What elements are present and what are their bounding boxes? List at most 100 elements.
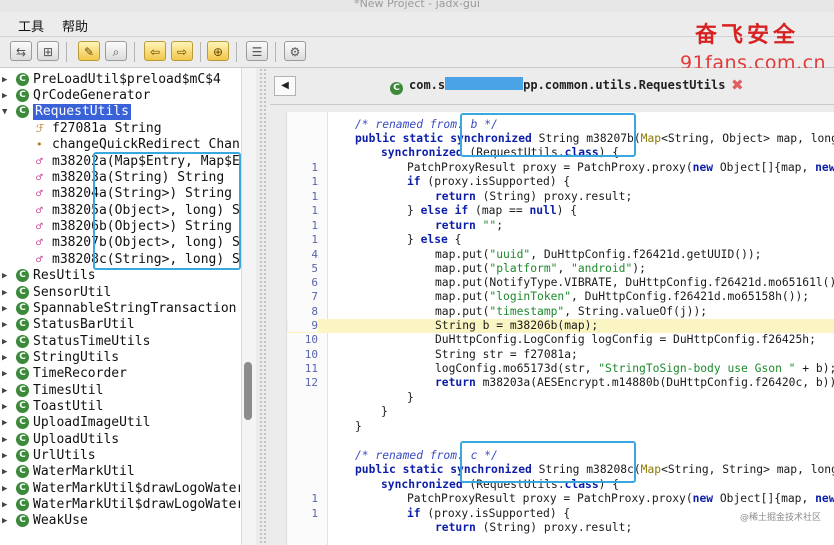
expand-icon[interactable]: ▶ xyxy=(2,317,10,333)
corner-watermark: @稀土掘金技术社区 xyxy=(740,513,822,523)
expand-icon[interactable]: ▶ xyxy=(2,415,10,431)
code-line: DuHttpConfig.LogConfig logConfig = DuHtt… xyxy=(435,333,816,346)
expand-icon[interactable]: ▶ xyxy=(2,481,10,497)
code-line: map.put("timestamp", String.valueOf(j)); xyxy=(435,305,708,318)
expand-icon[interactable]: ▶ xyxy=(2,366,10,382)
tree-item-class[interactable]: ▶ C StatusTimeUtils xyxy=(0,334,240,350)
log-icon[interactable]: ☰ xyxy=(246,41,268,61)
toolbar-separator xyxy=(236,42,237,62)
collapse-icon[interactable]: ▼ xyxy=(2,104,10,120)
search-icon[interactable]: ⌕ xyxy=(105,41,127,61)
class-icon: C xyxy=(16,351,29,364)
class-icon: C xyxy=(16,433,29,446)
expand-icon[interactable]: ▶ xyxy=(2,334,10,350)
toolbar-separator xyxy=(134,42,135,62)
method-icon: ♂ xyxy=(36,187,43,200)
toolbar-separator xyxy=(66,42,67,62)
method-icon: ♂ xyxy=(36,204,43,217)
menu-tools[interactable]: 工具 xyxy=(18,16,44,35)
tree-item-class[interactable]: ▶ C TimesUtil xyxy=(0,383,240,399)
tab-requestutils[interactable]: Ccom.s pp.common.utils.RequestUtils xyxy=(390,74,725,96)
tab-scroll-left-icon[interactable]: ◀ xyxy=(274,76,296,96)
expand-icon[interactable]: ▶ xyxy=(2,268,10,284)
close-icon[interactable]: ✖ xyxy=(731,74,744,96)
expand-icon[interactable]: ▶ xyxy=(2,432,10,448)
editor-tabbar: ◀ Ccom.s pp.common.utils.RequestUtils ✖ xyxy=(270,68,834,105)
tree-item-qrcodegenerator[interactable]: ▶ C QrCodeGenerator xyxy=(0,88,240,104)
class-icon: C xyxy=(16,335,29,348)
code-line: map.put("uuid", DuHttpConfig.f26421d.get… xyxy=(435,248,762,261)
tree-item-requestutils[interactable]: ▼ C RequestUtils xyxy=(0,104,240,120)
line-numbers: 1 1 1 1 1 1 4 5 6 7 8 9 10 10 11 12 1 1 xyxy=(286,112,326,545)
selected-class-label: RequestUtils xyxy=(33,104,131,120)
menu-help[interactable]: 帮助 xyxy=(62,16,88,35)
expand-icon[interactable]: ▶ xyxy=(2,383,10,399)
code-line: } else { xyxy=(407,233,462,246)
flatten-icon[interactable]: ⊞ xyxy=(37,41,59,61)
tree-item-class[interactable]: ▶ C SensorUtil xyxy=(0,285,240,301)
tree-item-class[interactable]: ▶ C UrlUtils xyxy=(0,448,240,464)
tree-item-field[interactable]: • changeQuickRedirect Chang xyxy=(0,137,240,153)
class-icon: C xyxy=(16,318,29,331)
tree-item-class[interactable]: ▶ C StatusBarUtil xyxy=(0,317,240,333)
tree-item-class[interactable]: ▶ C SpannableStringTransaction xyxy=(0,301,240,317)
class-icon: C xyxy=(16,302,29,315)
expand-icon[interactable]: ▶ xyxy=(2,72,10,88)
class-icon: C xyxy=(16,269,29,282)
brand-watermark-cn: 奋飞安全 xyxy=(695,22,800,48)
tree-item-class[interactable]: ▶ C WaterMarkUtil xyxy=(0,464,240,480)
code-line: if (proxy.isSupported) { xyxy=(407,175,571,188)
wand-icon[interactable]: ✎ xyxy=(78,41,100,61)
toolbar-separator xyxy=(275,42,276,62)
expand-icon[interactable]: ▶ xyxy=(2,88,10,104)
back-icon[interactable]: ⇦ xyxy=(144,41,166,61)
class-icon: C xyxy=(390,82,403,95)
tree-item-class[interactable]: ▶ C WaterMarkUtil$drawLogoWater xyxy=(0,481,240,497)
code-line: return m38203a(AESEncrypt.m14880b(DuHttp… xyxy=(435,376,834,389)
settings-icon[interactable]: ⚙ xyxy=(284,41,306,61)
class-icon: C xyxy=(16,286,29,299)
forward-icon[interactable]: ⇨ xyxy=(171,41,193,61)
tree-item-field[interactable]: ℱ f27081a String xyxy=(0,121,240,137)
method-icon: ♂ xyxy=(36,155,43,168)
code-line: String str = f27081a; xyxy=(435,348,578,361)
expand-icon[interactable]: ▶ xyxy=(2,464,10,480)
tree-item-preloadutil[interactable]: ▶ C PreLoadUtil$preload$mC$4 xyxy=(0,72,240,88)
expand-icon[interactable]: ▶ xyxy=(2,350,10,366)
highlight-box-methods xyxy=(93,152,241,270)
expand-icon[interactable]: ▶ xyxy=(2,399,10,415)
expand-icon[interactable]: ▶ xyxy=(2,301,10,317)
window-title: *New Project - jadx-gui xyxy=(354,0,480,10)
expand-icon[interactable]: ▶ xyxy=(2,448,10,464)
field-icon: ℱ xyxy=(36,122,45,135)
tree-item-class[interactable]: ▶ C WeakUse xyxy=(0,513,240,529)
lock-icon[interactable]: ⊕ xyxy=(207,41,229,61)
class-icon: C xyxy=(16,514,29,527)
sync-icon[interactable]: ⇆ xyxy=(10,41,32,61)
tree-scrollbar-thumb[interactable] xyxy=(244,362,252,420)
code-line: PatchProxyResult proxy = PatchProxy.prox… xyxy=(407,161,834,174)
expand-icon[interactable]: ▶ xyxy=(2,497,10,513)
tree-item-class[interactable]: ▶ C UploadImageUtil xyxy=(0,415,240,431)
method-icon: ♂ xyxy=(36,220,43,233)
tree-item-class[interactable]: ▶ C StringUtils xyxy=(0,350,240,366)
splitter-grip[interactable] xyxy=(259,68,267,545)
class-icon: C xyxy=(16,89,29,102)
expand-icon[interactable]: ▶ xyxy=(2,513,10,529)
tree-item-class[interactable]: ▶ C ResUtils xyxy=(0,268,240,284)
code-line: } xyxy=(407,391,414,404)
tree-item-class[interactable]: ▶ C WaterMarkUtil$drawLogoWater xyxy=(0,497,240,513)
class-tree[interactable]: ▶ C PreLoadUtil$preload$mC$4 ▶ C QrCodeG… xyxy=(0,68,257,545)
tree-item-class[interactable]: ▶ C ToastUtil xyxy=(0,399,240,415)
tree-item-class[interactable]: ▶ C TimeRecorder xyxy=(0,366,240,382)
field-icon: • xyxy=(36,138,43,151)
tree-scrollbar[interactable] xyxy=(241,68,257,545)
tree-item-class[interactable]: ▶ C UploadUtils xyxy=(0,432,240,448)
code-line: map.put("loginToken", DuHttpConfig.f2642… xyxy=(435,290,810,303)
expand-icon[interactable]: ▶ xyxy=(2,285,10,301)
class-icon: C xyxy=(16,482,29,495)
class-icon: C xyxy=(16,367,29,380)
code-line: map.put("platform", "android"); xyxy=(435,262,646,275)
code-line: return ""; xyxy=(435,219,504,232)
class-icon: C xyxy=(16,498,29,511)
